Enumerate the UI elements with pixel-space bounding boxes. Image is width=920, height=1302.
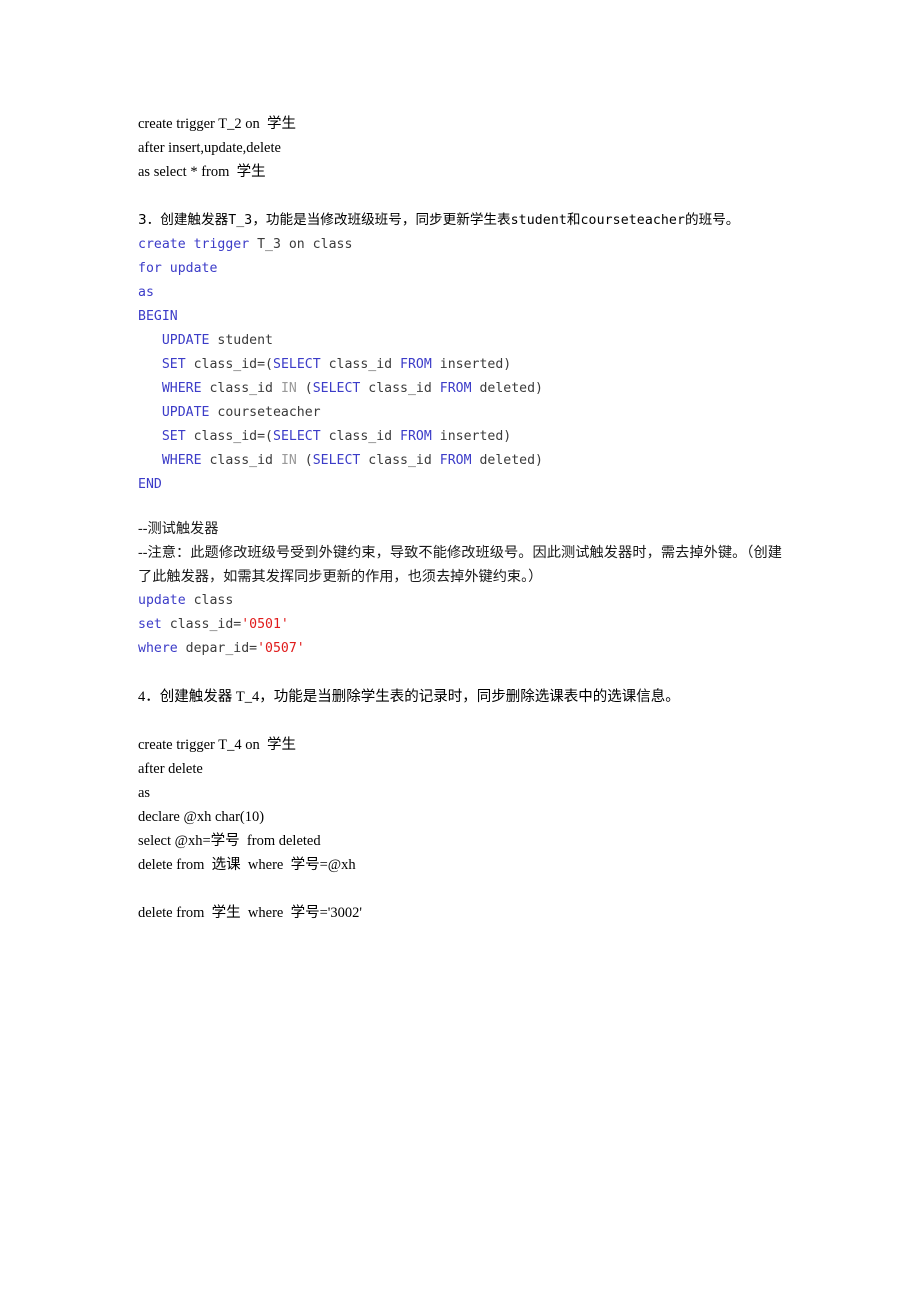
item-3-mid: ，功能是当修改班级班号，同步更新学生表 <box>252 212 511 228</box>
trigger-t4-block: create trigger T_4 on 学生 after delete as… <box>138 733 782 925</box>
trigger-t4-line-3: as <box>138 785 151 801</box>
trigger-t2-line-1: create trigger T_2 on 学生 <box>138 116 296 132</box>
code-token: T_3 on class <box>257 237 353 252</box>
code-t3-line-4: BEGIN <box>138 305 782 329</box>
note-line-2: --注意：此题修改班级号受到外键约束，导致不能修改班级号。因此测试触发器时，需去… <box>138 545 782 585</box>
code-token: FROM <box>439 453 472 468</box>
item-3-heading: 3．创建触发器T_3，功能是当修改班级班号，同步更新学生表student和cou… <box>138 208 782 233</box>
code-token: WHERE <box>161 453 202 468</box>
code-token: FROM <box>439 381 472 396</box>
trigger-t2-line-2: after insert,update,delete <box>138 140 281 156</box>
trigger-t2-block: create trigger T_2 on 学生 after insert,up… <box>138 112 782 184</box>
code-t3-line-2: for update <box>138 257 782 281</box>
item-3-table-student: student <box>510 213 567 228</box>
code-block-test-update: update class set class_id='0501' where dep… <box>138 589 782 661</box>
code-token: SET <box>161 429 186 444</box>
code-token: class_id <box>201 381 281 396</box>
code-token: FROM <box>400 357 432 372</box>
code-token: where <box>138 641 178 656</box>
item-3-prefix: 3．创建触发器 <box>138 212 229 228</box>
code-token: class_id <box>201 453 281 468</box>
trigger-t4-line-5: select @xh=学号 from deleted <box>138 833 321 849</box>
code-token: depar_id= <box>177 641 258 656</box>
trigger-t2-line-3: as select * from 学生 <box>138 164 266 180</box>
code-token: UPDATE <box>161 405 210 420</box>
code-t3-line-10: WHERE class_id IN (SELECT class_id FROM … <box>138 449 782 473</box>
code-token: deleted) <box>471 381 543 396</box>
trigger-t4-line-2: after delete <box>138 761 203 777</box>
trigger-t4-line-6: delete from 选课 where 学号=@xh <box>138 857 356 873</box>
code-token: class_id <box>320 357 401 372</box>
code-token: FROM <box>400 429 432 444</box>
code-token: SELECT <box>273 429 321 444</box>
code-t3-line-7: WHERE class_id IN (SELECT class_id FROM … <box>138 377 782 401</box>
code-token: class_id <box>360 453 440 468</box>
code-token: WHERE <box>161 381 202 396</box>
code-token: for update <box>138 261 218 276</box>
code-token: ( <box>296 381 313 396</box>
item-3-table-courseteacher: courseteacher <box>580 213 686 228</box>
item-3-suffix: 的班号。 <box>685 212 740 228</box>
code-token: class <box>185 593 234 608</box>
item-4-heading: 4．创建触发器 T_4，功能是当删除学生表的记录时，同步删除选课表中的选课信息。 <box>138 689 680 705</box>
code-t3-line-9: SET class_id=(SELECT class_id FROM inser… <box>138 425 782 449</box>
code-token: courseteacher <box>209 405 321 420</box>
code-token: update <box>138 593 186 608</box>
code-token: END <box>138 477 162 492</box>
note-block: --测试触发器 --注意：此题修改班级号受到外键约束，导致不能修改班级号。因此测… <box>138 517 782 589</box>
document-body: create trigger T_2 on 学生 after insert,up… <box>138 112 782 925</box>
code-token: UPDATE <box>161 333 210 348</box>
code-token: class_id= <box>161 617 242 632</box>
code-token: class_id <box>360 381 440 396</box>
code-token: IN <box>280 381 297 396</box>
code-token: set <box>138 617 162 632</box>
code-t3-line-1: create trigger T_3 on class <box>138 233 782 257</box>
code-t3-line-3: as <box>138 281 782 305</box>
code-token: '0507' <box>257 641 305 656</box>
code-test-line-3: where depar_id='0507' <box>138 637 782 661</box>
code-block-trigger-t3: create trigger T_3 on class for update as B… <box>138 233 782 497</box>
trigger-t4-line-1: create trigger T_4 on 学生 <box>138 737 296 753</box>
code-token: as <box>138 285 154 300</box>
code-token: student <box>209 333 273 348</box>
code-t3-line-5: UPDATE student <box>138 329 782 353</box>
code-token: ( <box>296 453 313 468</box>
code-token: IN <box>280 453 297 468</box>
code-token: '0501' <box>241 617 289 632</box>
code-token: SELECT <box>273 357 321 372</box>
code-token: SET <box>161 357 186 372</box>
item-3-trigger-name: T_3 <box>228 213 253 228</box>
item-3-conjunction: 和 <box>566 212 581 228</box>
code-token: inserted) <box>431 429 512 444</box>
code-t3-line-6: SET class_id=(SELECT class_id FROM inser… <box>138 353 782 377</box>
code-test-line-2: set class_id='0501' <box>138 613 782 637</box>
trigger-t4-line-4: declare @xh char(10) <box>138 809 265 825</box>
code-token: deleted) <box>471 453 543 468</box>
note-line-1: --测试触发器 <box>138 521 219 537</box>
code-token: create trigger <box>138 237 250 252</box>
code-token: class_id <box>320 429 401 444</box>
code-token: class_id=( <box>185 357 273 372</box>
code-test-line-1: update class <box>138 589 782 613</box>
code-t3-line-8: UPDATE courseteacher <box>138 401 782 425</box>
trigger-t4-line-7: delete from 学生 where 学号='3002' <box>138 905 362 921</box>
code-token: SELECT <box>312 381 361 396</box>
code-token: SELECT <box>312 453 361 468</box>
code-t3-line-11: END <box>138 473 782 497</box>
code-token: BEGIN <box>138 309 178 324</box>
code-token: inserted) <box>431 357 512 372</box>
code-token: class_id=( <box>185 429 273 444</box>
